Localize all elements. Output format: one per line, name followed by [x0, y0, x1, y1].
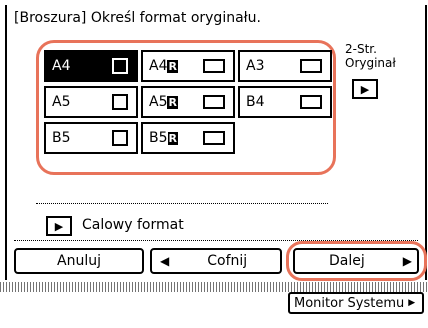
next-button[interactable]: Dalej ▶: [293, 248, 419, 274]
next-label: Dalej: [329, 253, 365, 269]
divider: [36, 203, 328, 204]
paper-b5r-button[interactable]: B5R: [141, 122, 235, 154]
system-monitor-label: Monitor Systemu: [294, 295, 405, 311]
paper-a3-button[interactable]: A3: [238, 50, 332, 82]
landscape-page-icon: [203, 95, 225, 109]
landscape-page-icon: [203, 59, 225, 73]
cancel-label: Anuluj: [57, 253, 101, 269]
system-monitor-button[interactable]: Monitor Systemu ▶: [288, 292, 424, 314]
portrait-page-icon: [112, 130, 128, 146]
back-label: Cofnij: [207, 253, 248, 269]
landscape-page-icon: [300, 59, 322, 73]
paper-label: B4: [246, 94, 265, 110]
paper-label: A5: [52, 94, 71, 110]
portrait-page-icon: [112, 58, 128, 74]
paper-a5-button[interactable]: A5: [44, 86, 138, 118]
inch-format-label: Calowy format: [82, 217, 184, 233]
page-title: [Broszura] Określ format oryginału.: [14, 10, 261, 26]
paper-a4-button[interactable]: A4: [44, 50, 138, 82]
cancel-button[interactable]: Anuluj: [14, 248, 144, 274]
two-sided-button[interactable]: ▶: [352, 79, 378, 99]
landscape-page-icon: [300, 95, 322, 109]
inch-format-button[interactable]: ▶: [46, 216, 72, 236]
arrow-right-icon: ▶: [408, 298, 416, 308]
paper-b5-button[interactable]: B5: [44, 122, 138, 154]
paper-label: A4: [52, 58, 71, 74]
paper-label: B5: [52, 130, 71, 146]
paper-label: B5R: [149, 130, 178, 146]
arrow-left-icon: ◀: [160, 254, 170, 268]
arrow-right-icon: ▶: [360, 82, 370, 96]
paper-a5r-button[interactable]: A5R: [141, 86, 235, 118]
back-button[interactable]: ◀ Cofnij: [150, 248, 282, 274]
paper-label: A3: [246, 58, 265, 74]
status-bar-pattern: [0, 282, 428, 292]
paper-label: A5R: [149, 94, 178, 110]
copier-screen: [Broszura] Określ format oryginału. A4 A…: [0, 0, 428, 328]
landscape-page-icon: [203, 131, 225, 145]
two-sided-label: 2-Str. Oryginał: [345, 42, 396, 70]
status-bar: Monitor Systemu ▶: [0, 282, 428, 328]
paper-a4r-button[interactable]: A4R: [141, 50, 235, 82]
arrow-right-icon: ▶: [402, 254, 412, 268]
paper-b4-button[interactable]: B4: [238, 86, 332, 118]
arrow-right-icon: ▶: [54, 219, 64, 233]
portrait-page-icon: [112, 94, 128, 110]
paper-label: A4R: [149, 58, 178, 74]
